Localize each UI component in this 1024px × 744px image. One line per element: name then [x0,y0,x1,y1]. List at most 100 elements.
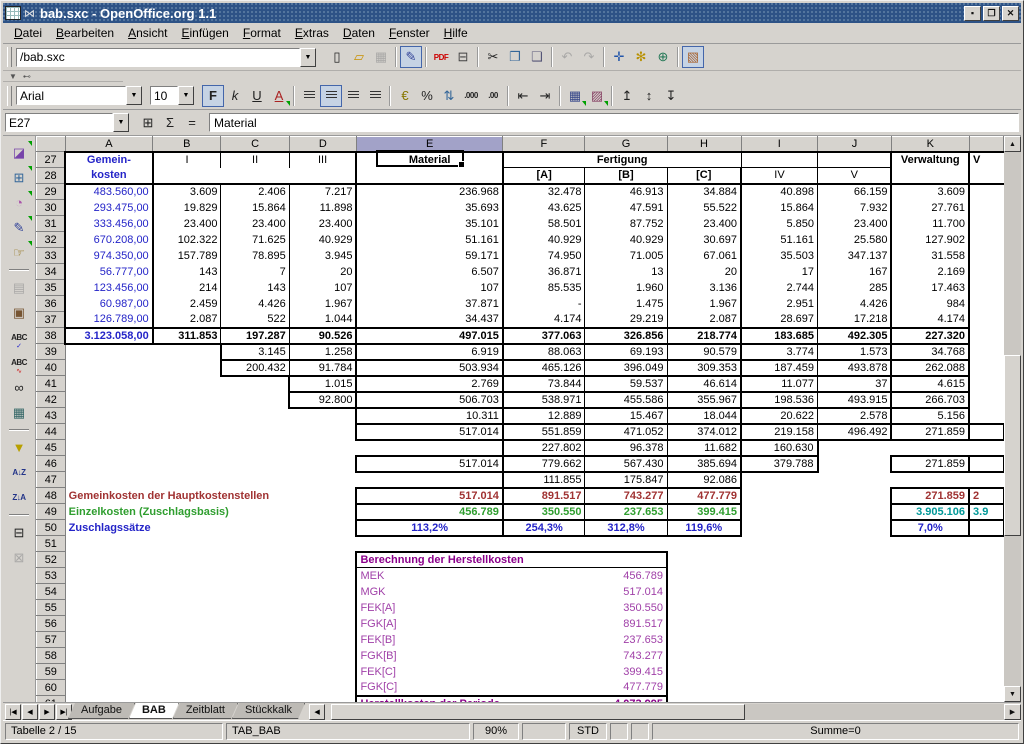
row-header-53[interactable]: 53 [37,568,66,584]
cell-F51[interactable] [503,536,585,552]
cell-J52[interactable] [818,552,892,568]
cell-A42[interactable] [65,392,153,408]
cell-L42[interactable] [969,392,1003,408]
cell-I52[interactable] [741,552,818,568]
cell-K46[interactable]: 271.859 [891,456,969,472]
cell-A61[interactable] [65,696,153,703]
cell-D29[interactable]: 7.217 [289,184,356,200]
cell-A53[interactable] [65,568,153,584]
cell-L38[interactable] [969,328,1003,344]
cell-J38[interactable]: 492.305 [818,328,892,344]
cell-A36[interactable]: 60.987,00 [65,296,153,312]
cell-I30[interactable]: 15.864 [741,200,818,216]
cell-H52[interactable] [667,552,741,568]
cell-A45[interactable] [65,440,153,456]
cell-B51[interactable] [153,536,221,552]
row-header-27[interactable]: 27 [37,152,66,168]
cell-A49[interactable]: Einzelkosten (Zuschlagsbasis) [65,504,356,520]
cell-B55[interactable] [153,600,221,616]
cell-B56[interactable] [153,616,221,632]
cell-L49[interactable]: 3.9 [969,504,1003,520]
cell-F61[interactable]: 4.073.995 [503,696,667,703]
cell-J31[interactable]: 23.400 [818,216,892,232]
row-header-41[interactable]: 41 [37,376,66,392]
cell-D44[interactable] [289,424,356,440]
cell-E33[interactable]: 59.171 [356,248,502,264]
column-header-A[interactable]: A [65,137,153,152]
cell-I35[interactable]: 2.744 [741,280,818,296]
cell-F31[interactable]: 58.501 [503,216,585,232]
cell-F58[interactable]: 743.277 [503,648,667,664]
cell-D59[interactable] [289,664,356,680]
align-center-vertical-icon[interactable]: ↕ [638,85,660,107]
row-header-49[interactable]: 49 [37,504,66,520]
cell-A43[interactable] [65,408,153,424]
cell-K45[interactable] [891,440,969,456]
cell-C56[interactable] [221,616,289,632]
cell-B43[interactable] [153,408,221,424]
cell-G33[interactable]: 71.005 [585,248,667,264]
cell-H28[interactable]: [C] [667,168,741,184]
cell-K33[interactable]: 31.558 [891,248,969,264]
cell-I43[interactable]: 20.622 [741,408,818,424]
copy-icon[interactable]: ❐ [504,46,526,68]
cell-D34[interactable]: 20 [289,264,356,280]
cell-D38[interactable]: 90.526 [289,328,356,344]
cell-A55[interactable] [65,600,153,616]
cell-F47[interactable]: 111.855 [503,472,585,488]
cell-B54[interactable] [153,584,221,600]
cell-K51[interactable] [891,536,969,552]
cell-G45[interactable]: 96.378 [585,440,667,456]
cell-C43[interactable] [221,408,289,424]
row-header-34[interactable]: 34 [37,264,66,280]
font-size-dropdown-icon[interactable]: ▼ [178,86,194,105]
cell-H30[interactable]: 55.522 [667,200,741,216]
cell-K61[interactable] [891,696,969,703]
cell-D39[interactable]: 1.258 [289,344,356,360]
column-header-C[interactable]: C [221,137,289,152]
cell-D31[interactable]: 23.400 [289,216,356,232]
row-header-32[interactable]: 32 [37,232,66,248]
cell-F34[interactable]: 36.871 [503,264,585,280]
cell-K54[interactable] [891,584,969,600]
cell-B44[interactable] [153,424,221,440]
cell-D43[interactable] [289,408,356,424]
cell-I61[interactable] [741,696,818,703]
cell-E41[interactable]: 2.769 [356,376,502,392]
cell-C57[interactable] [221,632,289,648]
toolbar-grip[interactable] [7,47,12,67]
cell-F57[interactable]: 237.653 [503,632,667,648]
menu-format[interactable]: Format [236,24,288,42]
scroll-right-icon[interactable]: ▶ [1004,704,1021,720]
cell-D54[interactable] [289,584,356,600]
background-color-icon[interactable]: ▨ [586,85,608,107]
cell-L44[interactable] [969,424,1003,440]
cell-A47[interactable] [65,472,153,488]
cell-C53[interactable] [221,568,289,584]
cell-H55[interactable] [667,600,741,616]
url-dropdown-arrow-icon[interactable]: ▼ [300,48,316,67]
cell-F50[interactable]: 254,3% [503,520,585,536]
cell-E44[interactable]: 517.014 [356,424,502,440]
sheet-tab-stückkalk[interactable]: Stückkalk [232,703,305,719]
sum-icon[interactable]: Σ [159,112,181,134]
cell-D55[interactable] [289,600,356,616]
row-header-30[interactable]: 30 [37,200,66,216]
cell-E60[interactable]: FGK[C] [356,680,502,696]
align-right-icon[interactable] [342,85,364,107]
vertical-scroll-track[interactable] [1004,152,1021,686]
cell-A41[interactable] [65,376,153,392]
row-header-52[interactable]: 52 [37,552,66,568]
cell-E50[interactable]: 113,2% [356,520,502,536]
cell-B61[interactable] [153,696,221,703]
cell-J33[interactable]: 347.137 [818,248,892,264]
cell-B58[interactable] [153,648,221,664]
close-button[interactable]: ✕ [1002,6,1019,21]
cell-G46[interactable]: 567.430 [585,456,667,472]
cell-K48[interactable]: 271.859 [891,488,969,504]
cell-J29[interactable]: 66.159 [818,184,892,200]
cell-L36[interactable] [969,296,1003,312]
cell-H54[interactable] [667,584,741,600]
cell-L57[interactable] [969,632,1003,648]
cell-C45[interactable] [221,440,289,456]
